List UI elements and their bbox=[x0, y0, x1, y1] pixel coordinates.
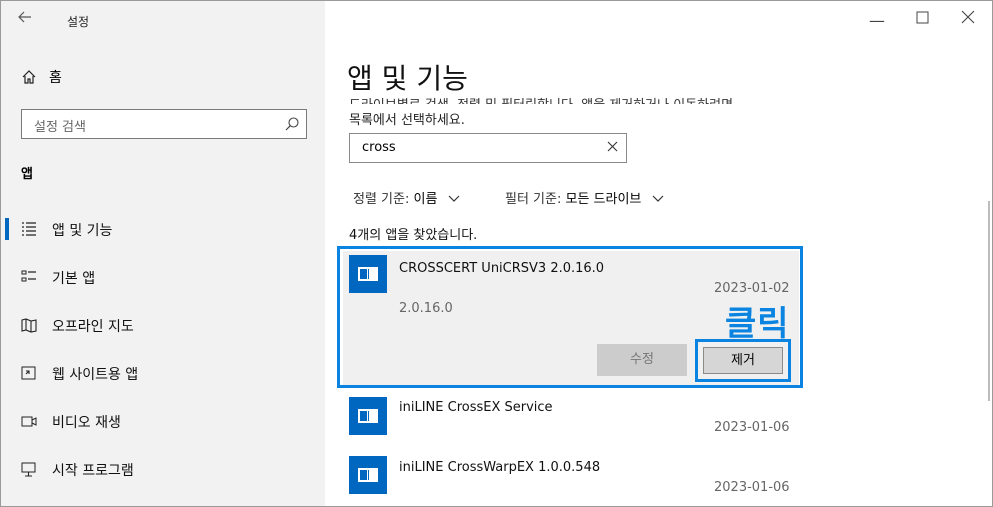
apps-features-icon bbox=[22, 222, 36, 236]
home-nav-item[interactable]: 홈 bbox=[21, 67, 62, 87]
back-arrow-icon[interactable] bbox=[17, 9, 41, 29]
sidebar-item-apps-for-websites[interactable]: 웹 사이트용 앱 bbox=[1, 358, 325, 388]
settings-search-input[interactable]: 설정 검색 bbox=[21, 109, 307, 139]
sort-value: 이름 bbox=[413, 192, 438, 207]
close-icon[interactable] bbox=[961, 9, 975, 28]
active-indicator bbox=[5, 218, 9, 240]
result-count: 4개의 앱을 찾았습니다. bbox=[349, 228, 478, 243]
app-search-input[interactable]: cross bbox=[349, 133, 627, 163]
description-line: 목록에서 선택하세요. bbox=[349, 113, 465, 128]
sidebar-item-label: 시작 프로그램 bbox=[52, 463, 134, 479]
page-title: 앱 및 기능 bbox=[347, 62, 468, 95]
uninstall-highlight-box bbox=[695, 339, 791, 382]
scrollbar[interactable] bbox=[988, 201, 990, 401]
offline-maps-icon bbox=[21, 318, 37, 333]
filter-value: 모든 드라이브 bbox=[565, 192, 642, 207]
chevron-down-icon bbox=[652, 195, 663, 202]
sidebar-item-startup[interactable]: 시작 프로그램 bbox=[1, 454, 325, 484]
maximize-icon[interactable] bbox=[916, 9, 930, 28]
click-annotation: 클릭 bbox=[725, 304, 790, 344]
filter-label: 필터 기준: bbox=[505, 192, 562, 207]
home-label: 홈 bbox=[49, 70, 62, 86]
minimize-icon[interactable]: — bbox=[869, 11, 885, 30]
sidebar-item-default-apps[interactable]: 기본 앱 bbox=[1, 262, 325, 292]
main-content: — 앱 및 기능 드라이브별로 검색, 정렬 및 필터링합니다. 앱을 제거하거… bbox=[325, 1, 992, 506]
app-name[interactable]: iniLINE CrossWarpEX 1.0.0.548 bbox=[399, 460, 600, 475]
chevron-down-icon bbox=[448, 195, 459, 202]
sidebar-item-label: 웹 사이트용 앱 bbox=[52, 367, 139, 383]
app-date: 2023-01-06 bbox=[714, 480, 790, 495]
sidebar: 설정 홈 설정 검색 앱 앱 및 기능 기본 앱 오프라인 지도 웹 사이트용 … bbox=[1, 1, 325, 506]
app-search-value: cross bbox=[362, 140, 396, 155]
sidebar-item-label: 앱 및 기능 bbox=[52, 223, 113, 239]
window-title: 설정 bbox=[67, 15, 90, 29]
clear-icon[interactable] bbox=[607, 140, 618, 156]
sidebar-item-video-playback[interactable]: 비디오 재생 bbox=[1, 406, 325, 436]
sidebar-item-apps-features[interactable]: 앱 및 기능 bbox=[1, 214, 325, 244]
sidebar-item-label: 오프라인 지도 bbox=[52, 319, 134, 335]
sidebar-item-label: 비디오 재생 bbox=[52, 415, 121, 431]
filter-dropdown[interactable]: 필터 기준: 모든 드라이브 bbox=[505, 188, 664, 207]
app-date: 2023-01-06 bbox=[714, 420, 790, 435]
app-name[interactable]: iniLINE CrossEX Service bbox=[399, 400, 553, 415]
default-apps-icon bbox=[21, 270, 36, 282]
app-icon bbox=[349, 397, 387, 435]
sidebar-item-label: 기본 앱 bbox=[52, 271, 96, 287]
settings-window: 설정 홈 설정 검색 앱 앱 및 기능 기본 앱 오프라인 지도 웹 사이트용 … bbox=[0, 0, 993, 507]
home-icon bbox=[22, 70, 36, 84]
startup-icon bbox=[21, 462, 36, 477]
section-label-apps: 앱 bbox=[21, 167, 33, 182]
search-placeholder: 설정 검색 bbox=[34, 120, 86, 135]
sidebar-item-offline-maps[interactable]: 오프라인 지도 bbox=[1, 310, 325, 340]
video-playback-icon bbox=[21, 416, 37, 427]
description-partial: 드라이브별로 검색, 정렬 및 필터링합니다. 앱을 제거하거나 이동하려면 bbox=[349, 94, 733, 104]
apps-for-websites-icon bbox=[21, 366, 36, 380]
search-icon[interactable] bbox=[284, 116, 300, 132]
sort-dropdown[interactable]: 정렬 기준: 이름 bbox=[353, 188, 460, 207]
app-icon bbox=[349, 456, 387, 494]
sort-label: 정렬 기준: bbox=[353, 192, 410, 207]
